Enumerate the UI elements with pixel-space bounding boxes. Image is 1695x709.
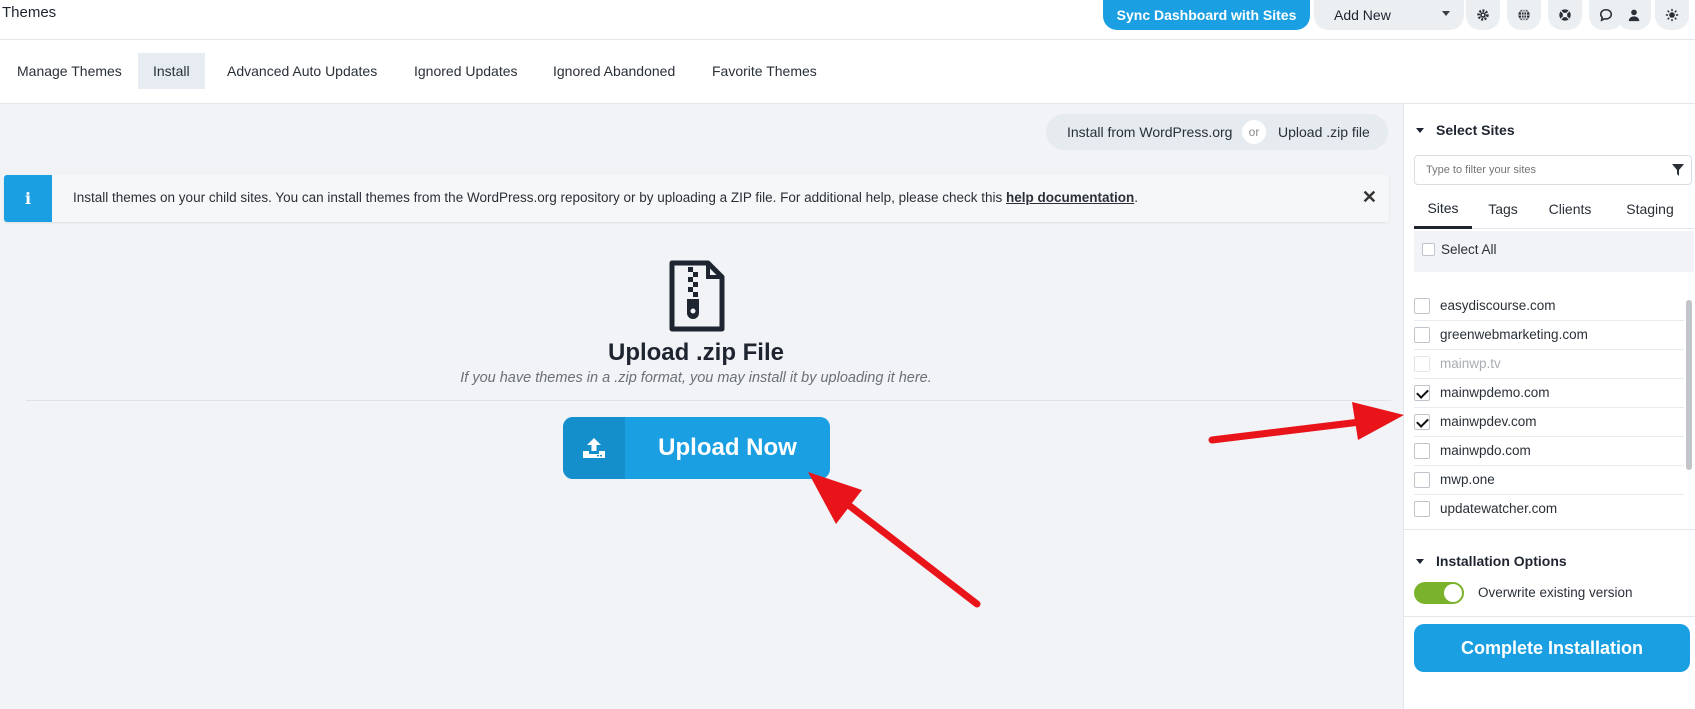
site-row[interactable]: mainwpdo.com (1414, 437, 1684, 466)
gear-icon (1477, 9, 1489, 21)
install-source-switch: Install from WordPress.org or Upload .zi… (1046, 114, 1388, 150)
tab-tags[interactable]: Tags (1472, 189, 1534, 229)
site-row[interactable]: greenwebmarketing.com (1414, 321, 1684, 350)
tab-clients[interactable]: Clients (1534, 189, 1606, 229)
tab-manage-themes[interactable]: Manage Themes (2, 53, 137, 89)
site-selector-tabs: Sites Tags Clients Staging (1414, 189, 1694, 229)
chevron-down-icon (1442, 11, 1450, 16)
select-sites-toggle[interactable]: Select Sites (1416, 122, 1515, 138)
site-list-scrollbar[interactable] (1686, 300, 1692, 520)
divider (26, 400, 1391, 401)
tab-staging[interactable]: Staging (1606, 189, 1694, 229)
filter-icon (1672, 164, 1684, 176)
page-title: Themes (2, 4, 57, 21)
site-name: easydiscourse.com (1440, 298, 1556, 313)
close-icon[interactable]: ✕ (1362, 187, 1377, 208)
tab-ignored-abandoned[interactable]: Ignored Abandoned (538, 53, 690, 89)
site-name: mainwpdev.com (1440, 414, 1537, 429)
site-name: mainwpdo.com (1440, 443, 1531, 458)
top-bar: Themes Sync Dashboard with Sites Add New (0, 0, 1695, 40)
site-checkbox[interactable] (1414, 472, 1430, 488)
installation-options-label: Installation Options (1436, 553, 1567, 569)
sync-dashboard-button[interactable]: Sync Dashboard with Sites (1103, 0, 1310, 30)
site-checkbox[interactable] (1414, 298, 1430, 314)
site-name: mainwpdemo.com (1440, 385, 1550, 400)
select-sites-label: Select Sites (1436, 122, 1515, 138)
select-all-row[interactable]: Select All (1414, 231, 1694, 272)
notice-text: Install themes on your child sites. You … (73, 190, 1006, 205)
overwrite-toggle[interactable] (1414, 582, 1464, 604)
tab-advanced-auto-updates[interactable]: Advanced Auto Updates (212, 53, 392, 89)
divider (1404, 529, 1695, 530)
site-name: mwp.one (1440, 472, 1495, 487)
install-from-wordpress-button[interactable]: Install from WordPress.org (1067, 114, 1232, 150)
installation-options-toggle[interactable]: Installation Options (1416, 553, 1567, 569)
upload-now-button[interactable]: Upload Now (563, 417, 830, 479)
select-all-checkbox[interactable] (1422, 243, 1435, 256)
tab-install[interactable]: Install (138, 53, 205, 89)
help-button[interactable] (1548, 0, 1582, 30)
site-name: greenwebmarketing.com (1440, 327, 1588, 342)
upload-icon (583, 438, 605, 458)
upload-subtitle: If you have themes in a .zip format, you… (460, 370, 932, 386)
life-ring-icon (1559, 9, 1571, 21)
main-content: Install from WordPress.org or Upload .zi… (0, 104, 1403, 709)
globe-icon (1518, 8, 1530, 22)
site-checkbox[interactable] (1414, 443, 1430, 459)
theme-tabs: Manage Themes Install Advanced Auto Upda… (0, 40, 1695, 104)
sidebar: Select Sites Sites Tags Clients Staging … (1403, 104, 1695, 709)
upload-title: Upload .zip File (607, 339, 784, 366)
profile-button[interactable] (1617, 0, 1651, 30)
site-checkbox (1414, 356, 1430, 372)
add-new-label: Add New (1334, 7, 1391, 23)
caret-down-icon (1416, 127, 1424, 133)
site-row[interactable]: easydiscourse.com (1414, 292, 1684, 321)
divider (1404, 616, 1695, 617)
or-separator: or (1242, 120, 1266, 144)
site-name: updatewatcher.com (1440, 501, 1558, 516)
scrollbar-thumb[interactable] (1686, 300, 1692, 470)
zip-file-icon (669, 260, 725, 332)
settings-button[interactable] (1466, 0, 1500, 30)
site-name: mainwp.tv (1440, 356, 1501, 371)
theme-toggle-button[interactable] (1655, 0, 1689, 30)
site-filter-input[interactable] (1414, 155, 1692, 185)
tab-favorite-themes[interactable]: Favorite Themes (697, 53, 832, 89)
chat-icon (1599, 8, 1613, 22)
site-row[interactable]: mainwpdev.com (1414, 408, 1684, 437)
upload-now-label: Upload Now (658, 434, 797, 461)
notice-suffix: . (1134, 190, 1138, 205)
sites-button[interactable] (1507, 0, 1541, 30)
site-row[interactable]: mainwpdemo.com (1414, 379, 1684, 408)
caret-down-icon (1416, 558, 1424, 564)
site-row[interactable]: mwp.one (1414, 466, 1684, 495)
user-icon (1628, 9, 1640, 22)
help-documentation-link[interactable]: help documentation (1006, 190, 1134, 205)
complete-installation-button[interactable]: Complete Installation (1414, 624, 1690, 672)
site-checkbox[interactable] (1414, 385, 1430, 401)
upload-zip-button[interactable]: Upload .zip file (1278, 114, 1370, 150)
tab-ignored-updates[interactable]: Ignored Updates (399, 53, 533, 89)
add-new-dropdown[interactable]: Add New (1314, 0, 1464, 30)
overwrite-label: Overwrite existing version (1478, 585, 1633, 600)
toggle-knob (1444, 584, 1462, 602)
site-checkbox[interactable] (1414, 414, 1430, 430)
tab-sites[interactable]: Sites (1414, 189, 1472, 229)
site-checkbox[interactable] (1414, 327, 1430, 343)
select-all-label: Select All (1441, 242, 1497, 257)
info-icon: i (4, 175, 52, 222)
site-row: mainwp.tv (1414, 350, 1684, 379)
site-checkbox[interactable] (1414, 501, 1430, 517)
info-notice: i Install themes on your child sites. Yo… (4, 175, 1389, 222)
site-row[interactable]: updatewatcher.com (1414, 495, 1684, 524)
sun-icon (1665, 8, 1679, 22)
